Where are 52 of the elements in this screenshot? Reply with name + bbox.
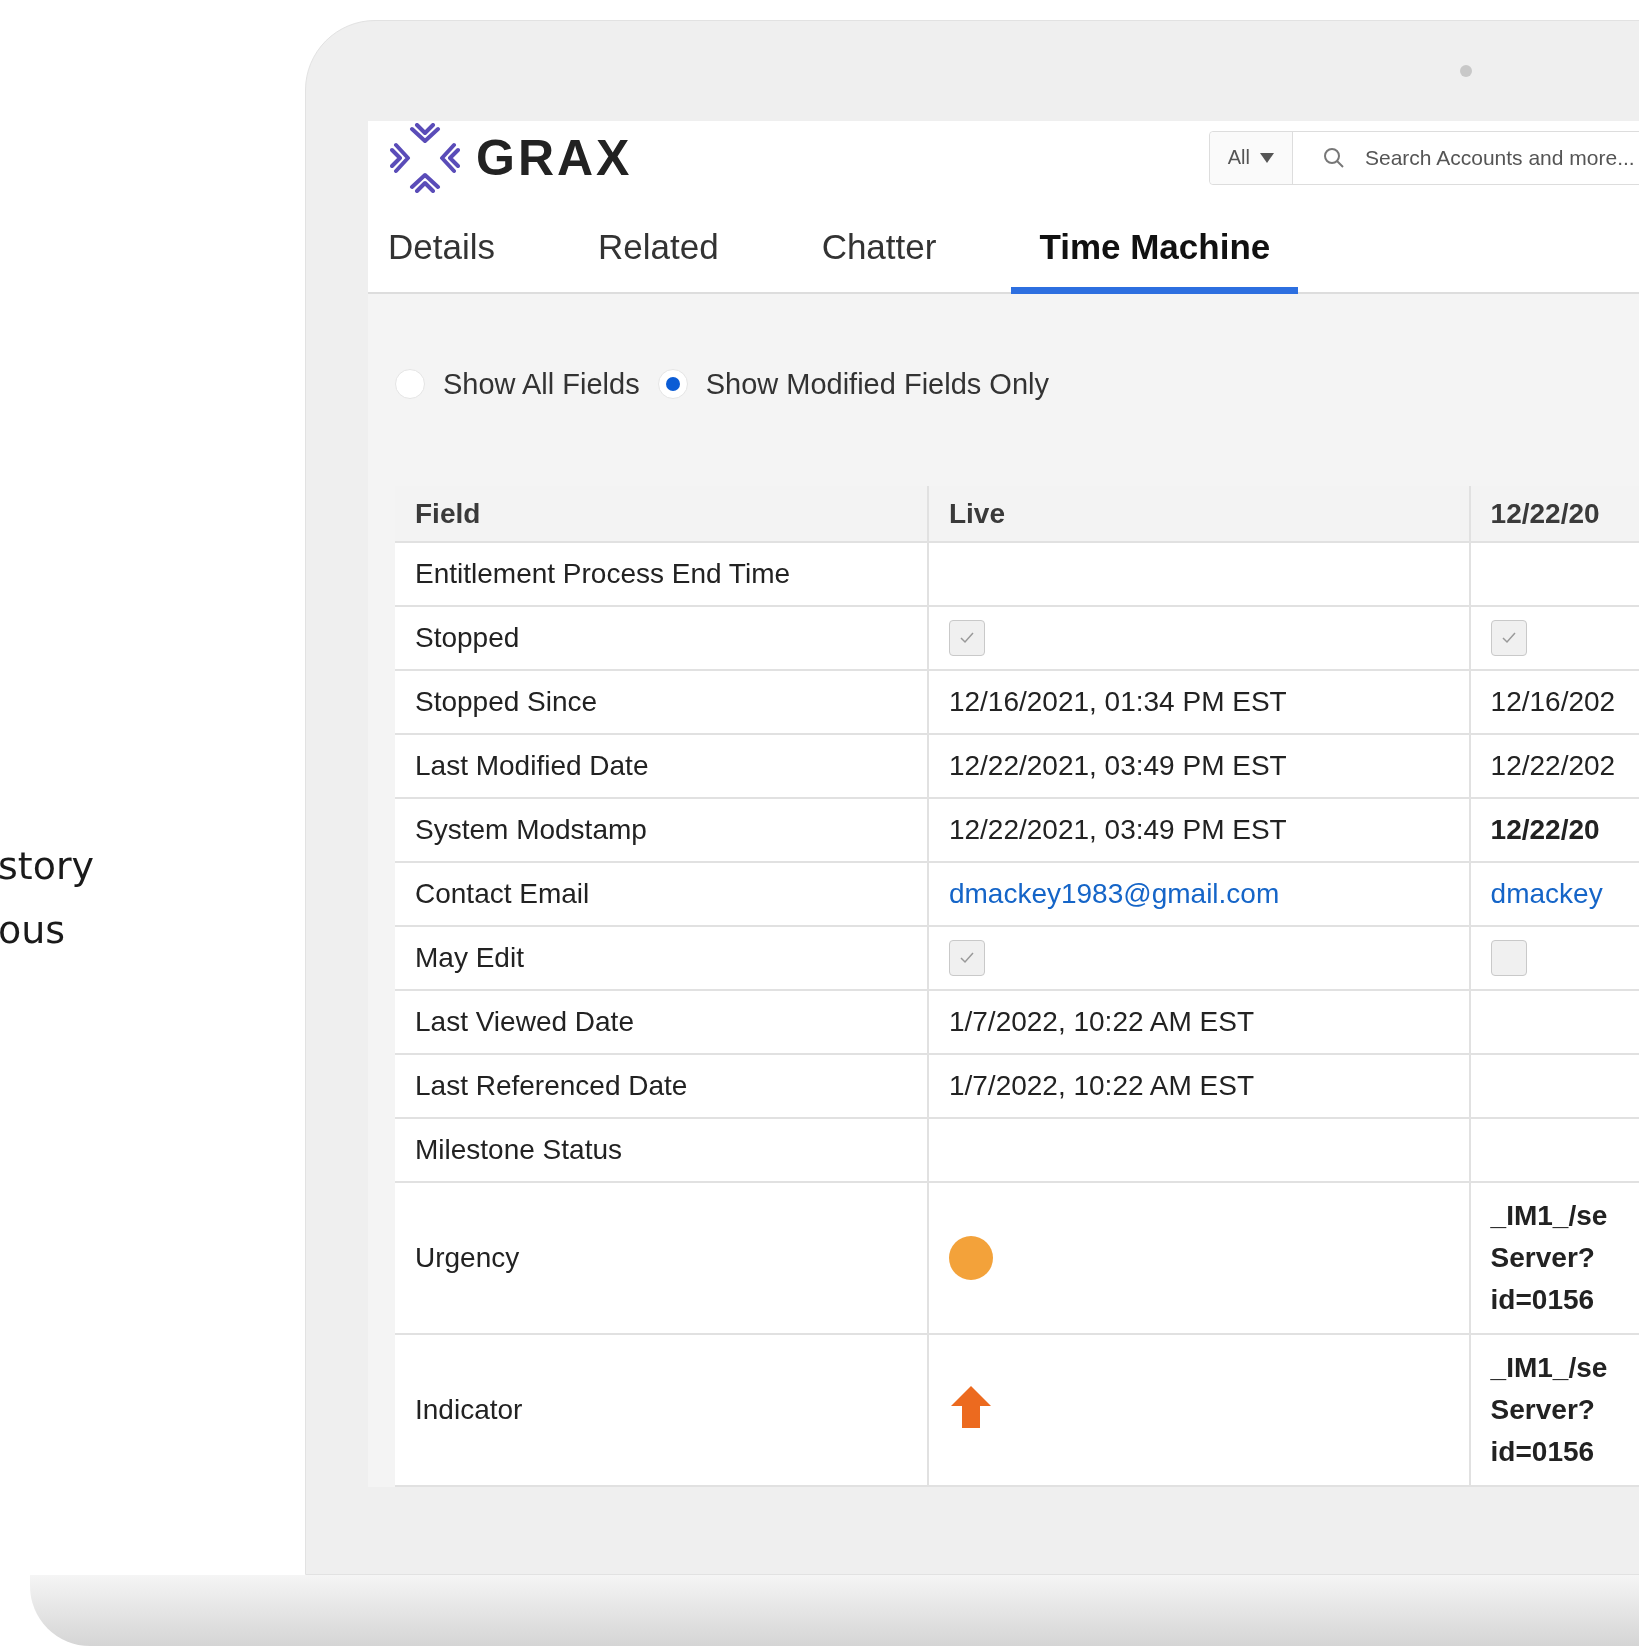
field-name: Contact Email (415, 878, 590, 909)
tab[interactable]: Details (388, 227, 495, 294)
field-name: Entitlement Process End Time (415, 558, 791, 589)
radio-label[interactable]: Show Modified Fields Only (705, 367, 1049, 401)
cell-value: 12/22/20 (1490, 814, 1600, 845)
cell-value: 12/16/202 (1490, 686, 1616, 717)
cell-value: 12/22/2021, 03:49 PM EST (948, 814, 1287, 845)
column-header: 12/22/20 (1469, 486, 1639, 542)
field-name: Last Viewed Date (415, 1006, 634, 1037)
cell-value: id=0156 (1490, 1283, 1596, 1317)
field-name: Last Referenced Date (415, 1070, 688, 1101)
tagline-text: story (0, 843, 96, 890)
cell-value: id=0156 (1490, 1435, 1596, 1469)
field-name: May Edit (415, 942, 524, 973)
tab[interactable]: Related (598, 227, 719, 294)
cell-value: 1/7/2022, 10:22 AM EST (948, 1006, 1254, 1037)
field-name: Stopped Since (415, 686, 598, 717)
cell-value: 1/7/2022, 10:22 AM EST (948, 1070, 1254, 1101)
cell-value: Server? (1490, 1241, 1596, 1275)
scope-dropdown[interactable]: All (1209, 131, 1293, 184)
checkbox[interactable] (1490, 620, 1527, 656)
field-name: System Modstamp (415, 814, 647, 845)
cell-value: Server? (1490, 1393, 1596, 1427)
tagline-text: ous (0, 907, 67, 954)
field-name: Indicator (415, 1394, 523, 1425)
field-name: Last Modified Date (415, 750, 649, 781)
logo-text: GRAX (476, 128, 633, 187)
radio-label[interactable]: Show All Fields (443, 367, 640, 401)
field-name: Stopped (415, 622, 520, 653)
tab[interactable]: Chatter (821, 227, 937, 294)
cell-value: 12/16/2021, 01:34 PM EST (948, 686, 1287, 717)
logo-icon (390, 122, 460, 193)
radio-button[interactable] (657, 369, 688, 399)
field-name: Urgency (415, 1242, 520, 1273)
camera-icon (1460, 65, 1472, 77)
checkbox[interactable] (948, 620, 985, 656)
field-name: Milestone Status (415, 1134, 622, 1165)
email-link[interactable]: dmackey (1490, 878, 1603, 909)
column-header: Field (395, 486, 928, 542)
caret-icon (1260, 152, 1274, 163)
search-field[interactable]: All Search Accounts and more... (1208, 130, 1639, 185)
checkbox[interactable] (948, 940, 985, 976)
cell-value: 12/22/202 (1490, 750, 1616, 781)
search-icon (1323, 146, 1345, 169)
email-link[interactable]: dmackey1983@gmail.com (948, 878, 1280, 909)
radio-button[interactable] (395, 369, 425, 399)
cell-value: 12/22/2021, 03:49 PM EST (948, 750, 1287, 781)
status-dot-icon (948, 1236, 993, 1280)
column-header: Live (927, 486, 1470, 542)
checkbox[interactable] (1490, 940, 1527, 976)
cell-value: _IM1_/se (1490, 1351, 1609, 1385)
cell-value: _IM1_/se (1490, 1199, 1609, 1233)
